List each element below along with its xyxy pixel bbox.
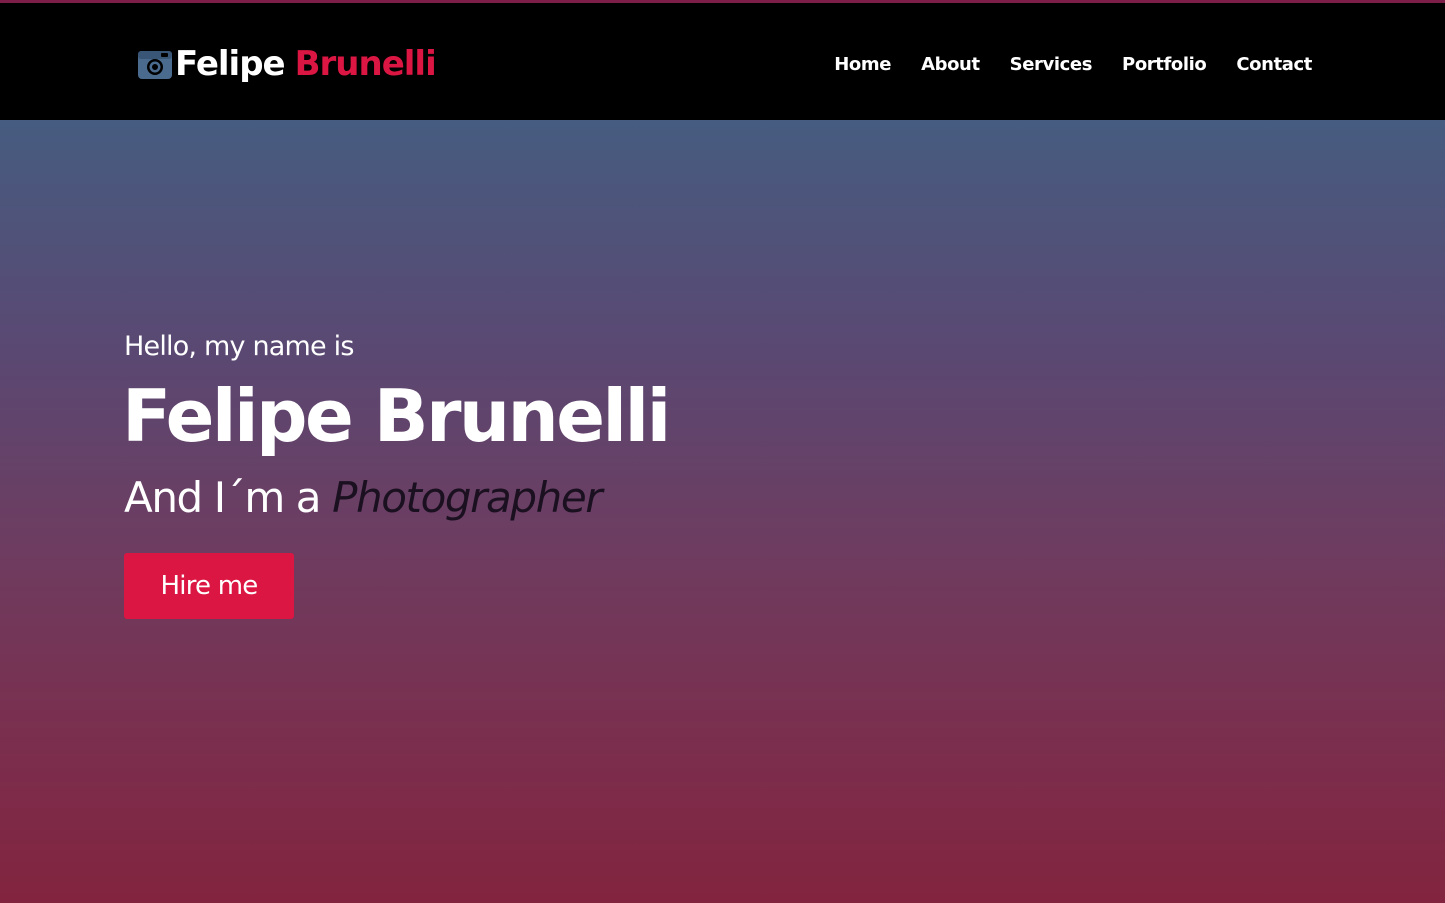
site-header: Felipe Brunelli Home About Services Port… [0,0,1445,120]
nav-item-home[interactable]: Home [834,49,891,81]
nav-item-about[interactable]: About [921,49,980,81]
hero-name: Felipe Brunelli [122,374,671,458]
logo-last-name: Brunelli [294,44,437,84]
nav-item-contact[interactable]: Contact [1236,49,1312,81]
nav-item-portfolio[interactable]: Portfolio [1122,49,1207,81]
hero-tagline: And I´m a Photographer [124,470,603,526]
tagline-prefix: And I´m a [124,473,333,522]
camera-icon [138,51,172,79]
site-logo[interactable]: Felipe Brunelli [137,40,437,88]
logo-first-name: Felipe [175,44,286,84]
hero-section: Hello, my name is Felipe Brunelli And I´… [0,120,1445,903]
hero-greeting: Hello, my name is [124,331,354,362]
nav-item-services[interactable]: Services [1010,49,1093,81]
profession-text: Photographer [332,473,602,522]
hire-me-button[interactable]: Hire me [124,553,294,619]
main-nav: Home About Services Portfolio Contact [834,49,1312,81]
